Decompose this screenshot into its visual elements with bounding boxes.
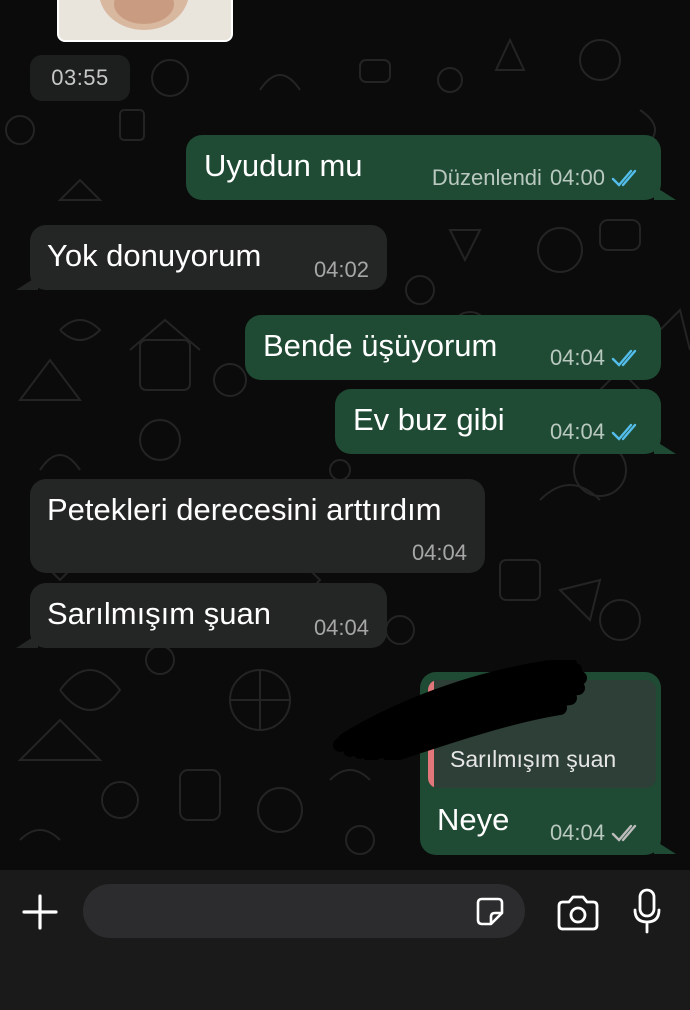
photo-timestamp: 03:55 [30,55,130,101]
double-check-blue-icon [611,423,637,441]
message-meta: 04:04 [412,540,467,566]
message-text: Ev buz gibi [353,402,505,437]
message-meta: 04:04 [550,419,643,445]
message-time: 04:04 [411,540,467,565]
message-time: 04:04 [549,419,605,444]
shared-photo-thumbnail[interactable] [57,0,233,42]
message-time: 04:00 [549,165,605,190]
message-bubble-outgoing[interactable]: Uyudun mu Düzenlendi 04:00 [186,135,661,200]
message-bubble-incoming[interactable]: Yok donuyorum 04:02 [30,225,387,290]
bubble-tail [654,840,676,854]
message-bubble-incoming[interactable]: Petekleri derecesini arttırdım 04:04 [30,479,485,573]
message-time: 04:02 [313,257,369,282]
message-text: Neye [437,802,510,837]
plus-icon[interactable] [20,892,60,932]
message-text: Bende üşüyorum [263,328,498,363]
redaction-scribble [333,660,587,760]
message-time: 04:04 [549,345,605,370]
message-text: Sarılmışım şuan [47,596,271,631]
double-check-grey-icon [611,824,637,842]
message-bubble-outgoing[interactable]: Bende üşüyorum 04:04 [245,315,661,380]
message-meta: 04:04 [314,615,369,641]
bubble-tail [16,276,38,290]
edited-label: Düzenlendi [431,165,542,190]
bubble-tail [654,440,676,454]
message-meta: 04:04 [550,345,643,371]
message-bubble-incoming[interactable]: Sarılmışım şuan 04:04 [30,583,387,648]
message-time: 04:04 [549,820,605,845]
message-text: Petekleri derecesini arttırdım [47,492,442,527]
message-meta: 04:04 [550,820,643,846]
message-input[interactable] [101,894,465,930]
message-text: Yok donuyorum [47,238,262,273]
bubble-tail [654,186,676,200]
double-check-blue-icon [611,169,637,187]
message-meta: 04:02 [314,257,369,283]
message-meta: Düzenlendi 04:00 [432,165,643,191]
message-time: 04:04 [313,615,369,640]
microphone-icon[interactable] [632,888,662,936]
bubble-tail [16,634,38,648]
message-text: Uyudun mu [204,148,363,183]
camera-icon[interactable] [555,894,601,932]
double-check-blue-icon [611,349,637,367]
sticker-icon[interactable] [473,895,507,929]
message-input-container[interactable] [83,884,525,938]
composer-bar [0,870,690,1010]
message-bubble-outgoing[interactable]: Ev buz gibi 04:04 [335,389,661,454]
